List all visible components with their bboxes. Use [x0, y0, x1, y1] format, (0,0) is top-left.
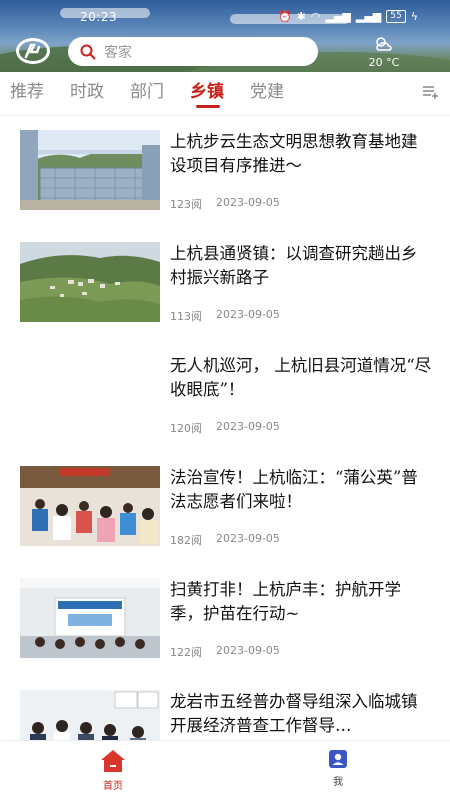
tab-towns[interactable]: 乡镇 [190, 80, 226, 108]
nav-me[interactable]: 我 [308, 749, 368, 788]
tab-label: 党建 [250, 82, 284, 102]
tab-active-indicator [196, 105, 220, 108]
article-item[interactable]: 龙岩市五经普办督导组深入临城镇开展经济普查工作督导… [0, 680, 450, 740]
tab-label: 时政 [70, 82, 104, 102]
article-reads: 122阅 [170, 646, 202, 659]
article-date: 2023-09-05 [216, 196, 280, 209]
article-date: 2023-09-05 [216, 420, 280, 433]
charging-icon: ϟ [410, 10, 418, 23]
logo-icon [24, 43, 41, 59]
article-reads: 120阅 [170, 422, 202, 435]
article-date: 2023-09-05 [216, 532, 280, 545]
article-reads: 182阅 [170, 534, 202, 547]
article-feed: 上杭步云生态文明思想教育基地建设项目有序推进～ 123阅 2023-09-05 … [0, 120, 450, 740]
tab-recommend[interactable]: 推荐 [10, 80, 44, 108]
tab-departments[interactable]: 部门 [130, 80, 164, 108]
status-bar: 20:23 ⏰ ✱ ◠ ▂▄▆ ▂▄▆ 55 ϟ [0, 8, 450, 28]
article-thumbnail [20, 578, 160, 658]
tab-label: 部门 [130, 82, 164, 102]
article-title: 扫黄打非！上杭庐丰：护航开学季，护苗在行动~ [170, 580, 401, 623]
signal-icon: ▂▄▆ [355, 10, 382, 23]
tab-politics[interactable]: 时政 [70, 80, 104, 108]
status-time: 20:23 [80, 10, 118, 24]
article-title: 无人机巡河， 上杭旧县河道情况“尽收眼底”！ [170, 356, 432, 399]
search-icon [80, 44, 96, 59]
channel-tabs: 推荐 时政 部门 乡镇 党建 [0, 72, 450, 116]
bluetooth-icon: ✱ [296, 10, 306, 23]
header-banner: 20:23 ⏰ ✱ ◠ ▂▄▆ ▂▄▆ 55 ϟ 客家 20 °C [0, 0, 450, 72]
bottom-nav: 首页 我 [0, 740, 450, 800]
article-item[interactable]: 上杭县通贤镇：以调查研究趟出乡村振兴新路子 113阅 2023-09-05 [0, 232, 450, 344]
article-title: 法治宣传！上杭临江：“蒲公英”普法志愿者们来啦！ [170, 468, 418, 511]
app-logo[interactable] [16, 38, 50, 64]
wifi-icon: ◠ [310, 10, 321, 23]
article-meta: 113阅 2023-09-05 [170, 308, 280, 324]
tab-party-building[interactable]: 党建 [250, 80, 284, 108]
article-item[interactable]: 扫黄打非！上杭庐丰：护航开学季，护苗在行动~ 122阅 2023-09-05 [0, 568, 450, 680]
article-reads: 113阅 [170, 310, 202, 323]
weather-widget[interactable]: 20 °C [364, 36, 404, 69]
article-meta: 122阅 2023-09-05 [170, 644, 280, 660]
tab-label: 推荐 [10, 82, 44, 102]
weather-temp: 20 °C [368, 56, 400, 69]
article-meta: 182阅 2023-09-05 [170, 532, 280, 548]
article-meta: 123阅 2023-09-05 [170, 196, 280, 212]
article-item[interactable]: 法治宣传！上杭临江：“蒲公英”普法志愿者们来啦！ 182阅 2023-09-05 [0, 456, 450, 568]
article-item[interactable]: 上杭步云生态文明思想教育基地建设项目有序推进～ 123阅 2023-09-05 [0, 120, 450, 232]
article-thumbnail [20, 242, 160, 322]
article-thumbnail [20, 690, 160, 740]
article-reads: 123阅 [170, 198, 202, 211]
channel-menu-icon[interactable] [422, 84, 438, 100]
nav-home-label: 首页 [103, 781, 123, 792]
article-title: 龙岩市五经普办督导组深入临城镇开展经济普查工作督导… [170, 692, 418, 735]
tab-label: 乡镇 [190, 82, 224, 102]
status-icons: ⏰ ✱ ◠ ▂▄▆ ▂▄▆ 55 ϟ [278, 10, 418, 23]
article-thumbnail [20, 130, 160, 210]
partly-cloudy-icon [376, 37, 392, 51]
article-item[interactable]: 无人机巡河， 上杭旧县河道情况“尽收眼底”！ 120阅 2023-09-05 [0, 344, 450, 456]
signal-icon: ▂▄▆ [325, 10, 351, 23]
article-thumbnail [20, 466, 160, 546]
home-icon [101, 750, 125, 772]
battery-icon: 55 [386, 10, 406, 23]
nav-home[interactable]: 首页 [83, 749, 143, 792]
article-title: 上杭县通贤镇：以调查研究趟出乡村振兴新路子 [170, 244, 418, 287]
article-title: 上杭步云生态文明思想教育基地建设项目有序推进～ [170, 132, 418, 175]
profile-icon [329, 750, 347, 768]
article-date: 2023-09-05 [216, 308, 280, 321]
article-date: 2023-09-05 [216, 644, 280, 657]
search-placeholder: 客家 [104, 44, 132, 61]
nav-me-label: 我 [333, 777, 343, 788]
search-bar[interactable]: 客家 [68, 37, 318, 66]
article-meta: 120阅 2023-09-05 [170, 420, 280, 436]
alarm-icon: ⏰ [277, 10, 292, 23]
